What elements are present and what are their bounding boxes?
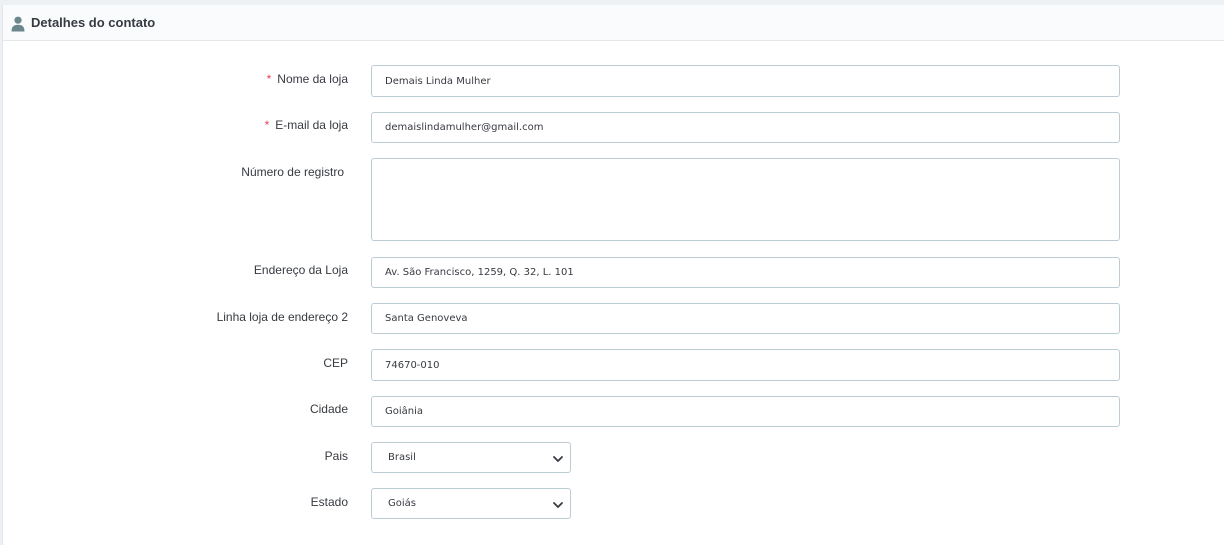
panel-header: Detalhes do contato	[3, 5, 1224, 41]
address1-input[interactable]	[371, 257, 1120, 288]
panel-title: Detalhes do contato	[31, 15, 156, 30]
required-marker: *	[264, 118, 270, 132]
city-label: Cidade	[309, 402, 348, 416]
shop-name-label: * Nome da loja	[266, 72, 348, 86]
state-label: Estado	[310, 495, 348, 509]
shop-email-input[interactable]	[371, 112, 1120, 143]
state-selected-value: Goiás	[388, 498, 416, 509]
chevron-down-icon	[553, 456, 563, 462]
postcode-label: CEP	[323, 356, 348, 370]
country-select[interactable]: Brasil	[371, 442, 571, 473]
postcode-input[interactable]	[371, 349, 1120, 381]
contact-details-panel: Detalhes do contato *Nome da loja *E-mai…	[2, 5, 1224, 545]
registration-number-label: Número de registro	[241, 165, 344, 179]
shop-name-input[interactable]	[371, 65, 1120, 97]
registration-number-textarea[interactable]	[371, 158, 1120, 241]
country-label: Pais	[324, 449, 348, 463]
address1-label: Endereço da Loja	[253, 263, 348, 277]
chevron-down-icon	[553, 502, 563, 508]
shop-email-label: * E-mail da loja	[264, 118, 348, 132]
country-selected-value: Brasil	[388, 452, 416, 463]
required-marker: *	[266, 72, 272, 86]
user-icon	[11, 16, 25, 32]
state-select[interactable]: Goiás	[371, 488, 571, 519]
address2-input[interactable]	[371, 303, 1120, 334]
address2-label: Linha loja de endereço 2	[216, 310, 348, 324]
city-input[interactable]	[371, 396, 1120, 427]
